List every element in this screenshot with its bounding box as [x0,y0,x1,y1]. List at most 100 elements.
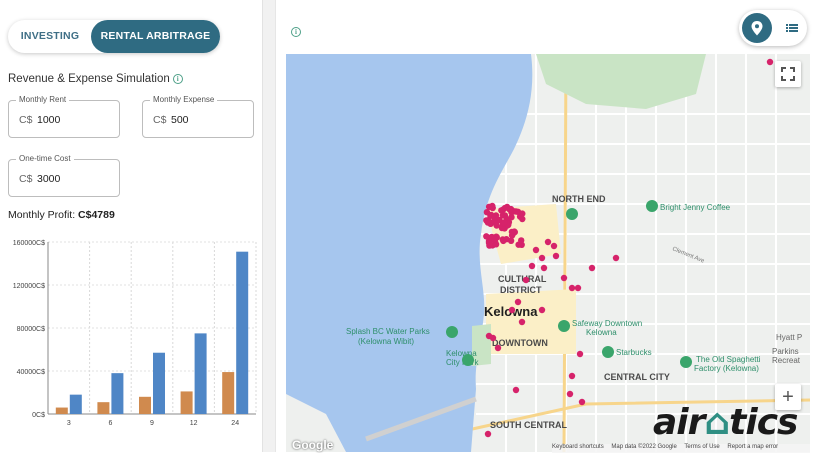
monthly-rent-label: Monthly Rent [16,95,70,105]
poi-marker-icon[interactable] [462,354,474,366]
listing-pin[interactable] [483,233,490,240]
listing-pin[interactable] [512,208,520,215]
listing-pin[interactable] [528,262,536,270]
map-graphic[interactable]: NORTH END CULTURAL DISTRICT Kelowna DOWN… [286,54,810,452]
listing-pin[interactable] [552,252,560,260]
listing-pin[interactable] [494,344,502,352]
listing-pin[interactable] [514,298,522,306]
monthly-expense-input[interactable]: 500 [171,114,189,126]
listing-pin[interactable] [498,207,505,214]
one-time-cost-field[interactable]: One-time Cost C$ 3000 [8,154,120,197]
info-icon[interactable]: i [172,74,183,84]
listing-pin[interactable] [489,334,497,342]
terms-link[interactable]: Terms of Use [684,444,719,450]
chart-bar [153,352,165,414]
x-tick-label: 24 [231,420,239,427]
airbtics-logo: air⌂tics [653,402,799,443]
poi-marker-icon[interactable] [680,356,692,368]
central-city-label: CENTRAL CITY [604,372,670,382]
listing-pin[interactable] [538,254,546,262]
listing-pin[interactable] [493,222,500,229]
listing-pin[interactable] [578,398,586,406]
listing-pin[interactable] [532,246,540,254]
monthly-expense-field[interactable]: Monthly Expense C$ 500 [142,95,254,138]
fullscreen-icon [781,67,795,81]
spaghetti-label: The Old Spaghetti Factory (Kelowna) [694,355,763,373]
map-view-button[interactable] [742,13,772,43]
report-error-link[interactable]: Report a map error [727,444,778,450]
y-tick-label: 40000C$ [17,369,46,376]
listing-pin[interactable] [518,318,526,326]
poi-marker-icon[interactable] [646,200,658,212]
poi-marker-icon[interactable] [558,320,570,332]
x-tick-label: 3 [67,420,71,427]
listing-pin[interactable] [766,58,774,66]
brand-part1: air [653,402,705,443]
listing-pin[interactable] [566,390,574,398]
rental-arbitrage-tab[interactable]: RENTAL ARBITRAGE [91,20,220,53]
simulation-panel: INVESTING RENTAL ARBITRAGE Revenue & Exp… [0,0,263,452]
poi-marker-icon[interactable] [602,346,614,358]
listing-pin[interactable] [550,242,558,250]
listing-pin[interactable] [576,350,584,358]
listing-pin[interactable] [568,372,576,380]
monthly-rent-field[interactable]: Monthly Rent C$ 1000 [8,95,120,138]
chart-bar [97,402,110,414]
listing-pin[interactable] [612,254,620,262]
parkinson-label: Parkins Recreat [772,347,801,365]
keyboard-shortcuts-link[interactable]: Keyboard shortcuts [552,444,604,450]
investing-tab[interactable]: INVESTING [8,20,92,53]
currency-prefix: C$ [19,173,33,185]
google-logo: Google [292,438,334,452]
monthly-rent-input[interactable]: 1000 [37,114,60,126]
profit-bar-chart: 0C$ 40000C$ 80000C$ 120000C$ 160000C$ 3 6 9 12 24 [13,240,257,427]
cultural-line1: CULTURAL [498,274,547,284]
chart-bar [139,396,151,414]
listing-pin[interactable] [508,306,516,314]
listing-pin[interactable] [489,202,496,210]
listing-pin[interactable] [544,238,552,246]
chart-bar [222,372,235,414]
listing-pin[interactable] [485,217,492,224]
y-tick-label: 80000C$ [17,326,46,333]
monthly-expense-label: Monthly Expense [150,95,218,105]
listing-pin[interactable] [540,264,548,272]
map-info-icon[interactable]: i [291,22,301,40]
listing-pin[interactable] [486,242,493,249]
panel-divider[interactable] [263,0,276,452]
listing-pin[interactable] [512,386,520,394]
listing-pin[interactable] [538,306,546,314]
y-tick-label: 160000C$ [13,240,45,247]
mode-toggle: INVESTING RENTAL ARBITRAGE [8,20,220,53]
listing-pin[interactable] [501,219,508,226]
bright-jenny-label: Bright Jenny Coffee [660,203,731,212]
y-tick-label: 120000C$ [13,283,45,290]
listing-pin[interactable] [491,236,498,243]
listing-pin[interactable] [574,284,582,292]
listing-pin[interactable] [518,237,525,244]
listing-pin[interactable] [506,206,513,213]
simulation-title: Revenue & Expense Simulation i [8,73,183,85]
simulation-title-text: Revenue & Expense Simulation [8,73,170,85]
listing-pin[interactable] [484,430,492,438]
poi-marker-icon[interactable] [566,208,578,220]
list-view-button[interactable] [777,13,807,43]
map-canvas[interactable]: NORTH END CULTURAL DISTRICT Kelowna DOWN… [286,54,810,452]
list-icon [786,24,798,32]
listing-pin[interactable] [509,230,517,238]
listing-pin[interactable] [522,276,530,284]
chart-bar [180,391,193,414]
listing-pin[interactable] [568,284,576,292]
one-time-cost-input[interactable]: 3000 [37,173,60,185]
listing-pin[interactable] [491,214,498,221]
cultural-district-label: CULTURAL DISTRICT [498,274,549,295]
listing-pin[interactable] [560,274,568,282]
fullscreen-button[interactable] [775,61,801,87]
one-time-cost-label: One-time Cost [16,154,74,164]
currency-prefix: C$ [19,114,33,126]
listing-pin[interactable] [588,264,596,272]
listing-pin[interactable] [503,236,510,243]
poi-marker-icon[interactable] [446,326,458,338]
monthly-profit-value: C$4789 [78,209,115,221]
south-central-label: SOUTH CENTRAL [490,420,567,430]
